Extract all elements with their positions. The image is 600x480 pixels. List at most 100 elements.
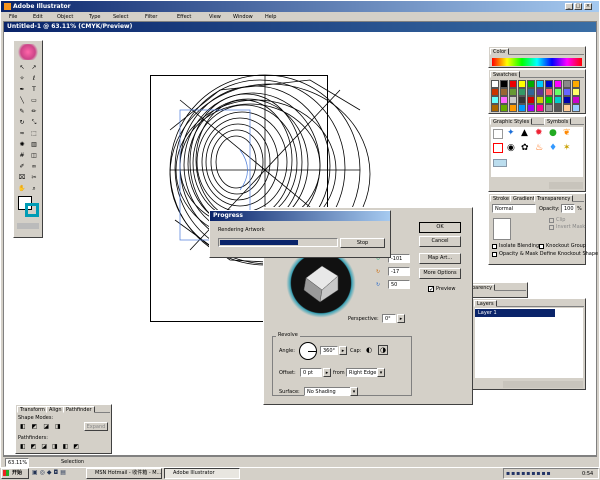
swatch[interactable] xyxy=(545,96,553,104)
close-button[interactable]: × xyxy=(584,3,592,10)
task-illustrator[interactable]: Adobe Illustrator xyxy=(164,468,240,479)
style-thumb-13[interactable] xyxy=(493,159,507,167)
rectangle-tool-icon[interactable]: ▭ xyxy=(29,96,39,105)
swatch[interactable] xyxy=(536,104,544,112)
opacity-mask-checkbox[interactable] xyxy=(492,252,497,257)
swatch[interactable] xyxy=(545,104,553,112)
quick-launch-icons[interactable]: ▣◎◆◘▤ xyxy=(32,469,68,476)
expand-button[interactable]: Expand xyxy=(84,422,108,431)
swatch[interactable] xyxy=(554,104,562,112)
eyedropper-icon[interactable]: ✐ xyxy=(17,162,27,171)
warp-tool-icon[interactable]: ≈ xyxy=(17,129,27,138)
tab-graphic-styles[interactable]: Graphic Styles xyxy=(490,118,533,125)
stop-button[interactable]: Stop xyxy=(340,238,385,248)
pencil-icon[interactable]: ✏ xyxy=(29,107,39,116)
splat-icon[interactable]: ✹ xyxy=(535,128,543,138)
swatch[interactable] xyxy=(554,88,562,96)
blend-mode-select[interactable]: Normal xyxy=(492,204,536,213)
clip-checkbox[interactable] xyxy=(549,218,554,223)
tab-transparency[interactable]: Transparency xyxy=(534,195,574,202)
task-msn[interactable]: MSN Hotmail - 收件箱 - M... xyxy=(86,468,162,479)
swatch[interactable] xyxy=(527,96,535,104)
zoom-tool-icon[interactable]: ⌕ xyxy=(29,184,39,193)
ok-button[interactable]: OK xyxy=(419,222,461,233)
tab-stroke[interactable]: Stroke xyxy=(490,195,512,202)
perspective-dropdown[interactable]: ▸ xyxy=(397,314,405,323)
swatch[interactable] xyxy=(536,96,544,104)
knockout-group-checkbox[interactable] xyxy=(539,244,544,249)
swatch[interactable] xyxy=(491,96,499,104)
shape-mode-icons[interactable]: ◧◩◪◨ xyxy=(20,423,67,430)
swatch[interactable] xyxy=(527,104,535,112)
swatch[interactable] xyxy=(518,80,526,88)
symbol-sprayer-icon[interactable]: ✺ xyxy=(17,140,27,149)
stroke-swatch[interactable] xyxy=(25,203,39,217)
swatch[interactable] xyxy=(509,80,517,88)
rotate-x-field[interactable]: -101 xyxy=(388,254,410,263)
preview-checkbox[interactable]: ✓ xyxy=(428,286,434,293)
isolate-blending-checkbox[interactable] xyxy=(492,244,497,249)
swatch[interactable] xyxy=(509,96,517,104)
tab-pathfinder[interactable]: Pathfinder xyxy=(63,406,95,413)
tab-transform[interactable]: Transform xyxy=(17,406,48,413)
tab-layers[interactable]: Layers xyxy=(474,300,497,307)
swatch[interactable] xyxy=(527,88,535,96)
drop-icon[interactable]: ♦ xyxy=(549,143,557,153)
swatch[interactable] xyxy=(500,96,508,104)
type-tool-icon[interactable]: T xyxy=(29,85,39,94)
swatch[interactable] xyxy=(554,96,562,104)
swatch[interactable] xyxy=(509,104,517,112)
leaf-icon[interactable]: ❦ xyxy=(563,128,571,138)
from-dropdown[interactable]: ▾ xyxy=(377,368,385,377)
swatch[interactable] xyxy=(518,104,526,112)
perspective-field[interactable]: 0° xyxy=(382,314,396,323)
tray-icons[interactable]: ▪▪▪▪▪▪▪▪▪ xyxy=(506,470,552,477)
swatch[interactable] xyxy=(527,80,535,88)
magic-wand-icon[interactable]: ✧ xyxy=(17,74,27,83)
tab-symbols[interactable]: Symbols xyxy=(544,118,572,125)
swatch[interactable] xyxy=(563,96,571,104)
swatch[interactable] xyxy=(491,104,499,112)
pen-tool-icon[interactable]: ✒ xyxy=(17,85,27,94)
paintbrush-icon[interactable]: ✎ xyxy=(17,107,27,116)
view-mode-buttons[interactable] xyxy=(17,223,39,229)
swatch[interactable] xyxy=(536,80,544,88)
swatch[interactable] xyxy=(500,104,508,112)
swatch[interactable] xyxy=(563,88,571,96)
mask-thumbnail[interactable] xyxy=(493,218,511,240)
rotate-z-field[interactable]: 50 xyxy=(388,280,410,289)
angle-dropdown[interactable]: ▸ xyxy=(339,346,347,355)
globe-icon[interactable]: ◉ xyxy=(507,143,515,153)
angle-dial[interactable] xyxy=(299,342,317,360)
tab-swatches[interactable]: Swatches xyxy=(490,71,520,78)
mesh-tool-icon[interactable]: # xyxy=(17,151,27,160)
swatch[interactable] xyxy=(545,88,553,96)
map-art-button[interactable]: Map Art... xyxy=(419,253,461,264)
angle-field[interactable]: 360° xyxy=(320,346,338,355)
lasso-icon[interactable]: ℓ xyxy=(29,74,39,83)
zoom-field[interactable]: 63.11% xyxy=(5,458,29,467)
swatch[interactable] xyxy=(563,104,571,112)
swatch[interactable] xyxy=(500,88,508,96)
rotate-y-field[interactable]: -17 xyxy=(388,267,410,276)
more-options-button[interactable]: More Options xyxy=(419,268,461,279)
star-icon[interactable]: ✶ xyxy=(563,143,571,153)
swatch[interactable] xyxy=(572,104,580,112)
offset-dropdown[interactable]: ▸ xyxy=(323,368,331,377)
selection-tool-icon[interactable]: ↖ xyxy=(17,63,27,72)
style-thumb-1[interactable] xyxy=(493,129,503,139)
tab-align[interactable]: Align xyxy=(46,406,65,413)
rotate-tool-icon[interactable]: ↻ xyxy=(17,118,27,127)
style-thumb-7[interactable] xyxy=(493,143,503,153)
line-tool-icon[interactable]: ╲ xyxy=(17,96,27,105)
position-cube[interactable] xyxy=(300,260,344,304)
graph-tool-icon[interactable]: ▥ xyxy=(29,140,39,149)
scissors-icon[interactable]: ✂ xyxy=(29,173,39,182)
maximize-button[interactable]: □ xyxy=(574,3,582,10)
swatch[interactable] xyxy=(509,88,517,96)
direct-select-tool-icon[interactable]: ↗ xyxy=(29,63,39,72)
swatch[interactable] xyxy=(554,80,562,88)
swatch[interactable] xyxy=(572,80,580,88)
invert-mask-checkbox[interactable] xyxy=(549,225,554,230)
slice-tool-icon[interactable]: ⌧ xyxy=(17,173,27,182)
